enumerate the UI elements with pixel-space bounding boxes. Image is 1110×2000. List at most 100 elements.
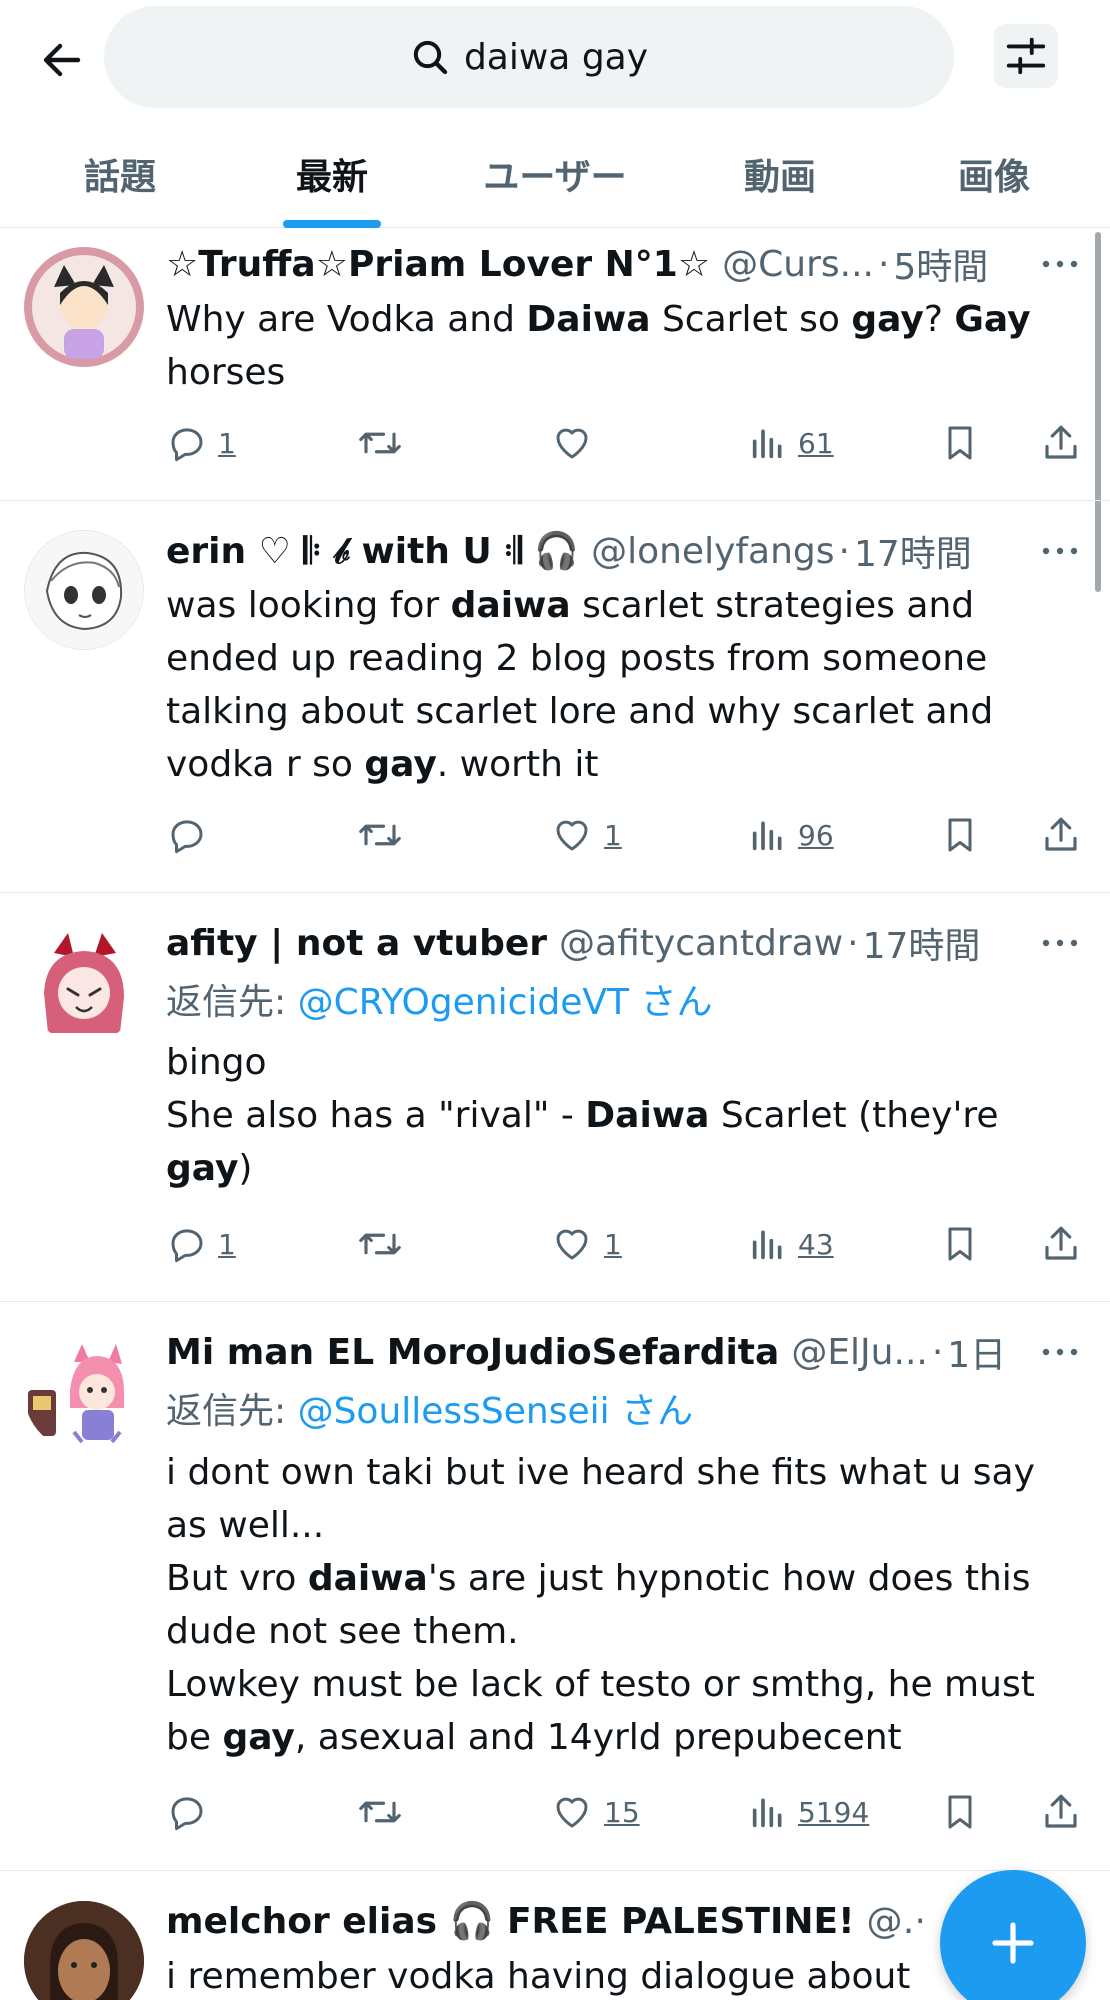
like-button[interactable]: [550, 418, 604, 468]
view-count: 61: [798, 426, 834, 460]
text-segment: was looking for: [166, 585, 451, 626]
views-button[interactable]: 96: [748, 810, 834, 860]
handle[interactable]: @Curs...: [722, 244, 874, 285]
handle[interactable]: @...: [866, 1901, 910, 1942]
handle[interactable]: @afitycantdraw: [559, 923, 843, 964]
more-button[interactable]: [1038, 242, 1082, 286]
like-button[interactable]: 1: [550, 1219, 622, 1269]
search-tabs: 話題 最新 ユーザー 動画 画像: [0, 120, 1110, 228]
tab-people[interactable]: ユーザー: [460, 120, 650, 228]
reply-icon: [171, 428, 203, 462]
reply-button[interactable]: [166, 1787, 218, 1837]
like-button[interactable]: 15: [550, 1787, 640, 1837]
like-button[interactable]: 1: [550, 810, 622, 860]
display-name[interactable]: Mi man EL MoroJudioSefardita: [166, 1332, 779, 1373]
handle[interactable]: @ElJu...: [791, 1332, 928, 1373]
bookmark-icon: [948, 1227, 972, 1261]
arrow-left-icon: [43, 43, 81, 77]
views-button[interactable]: 61: [748, 418, 834, 468]
tab-images[interactable]: 画像: [914, 120, 1074, 228]
more-horizontal-icon: [1042, 547, 1078, 555]
retweet-icon: [359, 824, 401, 846]
timestamp[interactable]: 17時間: [863, 917, 981, 969]
top-bar: daiwa gay: [0, 0, 1110, 120]
tweet-text: bingo She also has a "rival" - Daiwa Scar…: [166, 1036, 1066, 1195]
separator-dot: ·: [877, 243, 890, 285]
highlighted-keyword: gay: [364, 744, 437, 785]
view-count: 43: [798, 1227, 834, 1261]
bookmark-button[interactable]: [940, 1787, 980, 1837]
timestamp[interactable]: 5時間: [893, 238, 988, 290]
retweet-button[interactable]: [356, 418, 414, 468]
handle[interactable]: @lonelyfangs: [591, 531, 834, 572]
plus-icon: [992, 1922, 1034, 1964]
share-button[interactable]: [1040, 810, 1082, 860]
more-button[interactable]: [1038, 1330, 1082, 1374]
retweet-button[interactable]: [356, 1787, 414, 1837]
timestamp[interactable]: 17時間: [854, 525, 972, 577]
bookmark-button[interactable]: [940, 810, 980, 860]
tweet[interactable]: Mi man EL MoroJudioSefardita @ElJu... · …: [0, 1302, 1110, 1871]
highlighted-keyword: gay: [851, 299, 924, 340]
views-icon: [752, 1230, 782, 1260]
view-count: 5194: [798, 1795, 870, 1829]
reply-mention-link[interactable]: @SoullessSenseii さん: [298, 1391, 694, 1432]
tweet-text: i dont own taki but ive heard she fits w…: [166, 1446, 1066, 1764]
bookmark-button[interactable]: [940, 418, 980, 468]
avatar[interactable]: [24, 530, 144, 650]
tab-top[interactable]: 話題: [40, 120, 200, 228]
timestamp[interactable]: 1日: [947, 1326, 1006, 1378]
share-button[interactable]: [1040, 1219, 1082, 1269]
reply-count: 1: [218, 426, 236, 460]
search-settings-button[interactable]: [994, 24, 1058, 88]
reply-mention-link[interactable]: @CRYOgenicideVT さん: [298, 982, 713, 1023]
display-name[interactable]: ☆Truffa☆Priam Lover N°1☆: [166, 244, 710, 285]
highlighted-keyword: daiwa: [307, 1558, 428, 1599]
reply-button[interactable]: [166, 810, 218, 860]
share-icon: [1045, 425, 1077, 459]
text-segment: ): [238, 1148, 253, 1189]
avatar[interactable]: [24, 247, 144, 367]
text-segment: She also has a "rival" -: [166, 1095, 586, 1136]
views-button[interactable]: 5194: [748, 1787, 869, 1837]
views-button[interactable]: 43: [748, 1219, 834, 1269]
heart-icon: [556, 1229, 588, 1260]
retweet-button[interactable]: [356, 810, 414, 860]
tweet-header: erin ♡ 𝄆 𝒷 with U 𝄇 🎧 @lonelyfangs · 17時…: [166, 525, 1010, 577]
search-input[interactable]: daiwa gay: [104, 6, 954, 108]
share-button[interactable]: [1040, 418, 1082, 468]
reply-button[interactable]: 1: [166, 418, 236, 468]
text-segment: Scarlet so: [650, 299, 852, 340]
tweet-actions: 1 96: [166, 810, 1086, 860]
display-name[interactable]: afity | not a vtuber: [166, 923, 547, 964]
tweet-header: melchor elias 🎧 FREE PALESTINE! @... ·: [166, 1895, 930, 1947]
avatar[interactable]: [24, 1332, 144, 1452]
more-button[interactable]: [1038, 921, 1082, 965]
tweet[interactable]: ☆Truffa☆Priam Lover N°1☆ @Curs... · 5時間 …: [0, 229, 1110, 501]
tab-latest[interactable]: 最新: [252, 120, 412, 228]
share-icon: [1045, 1794, 1077, 1828]
tweet[interactable]: afity | not a vtuber @afitycantdraw · 17…: [0, 893, 1110, 1302]
avatar[interactable]: [24, 923, 144, 1043]
tweet[interactable]: erin ♡ 𝄆 𝒷 with U 𝄇 🎧 @lonelyfangs · 17時…: [0, 501, 1110, 893]
reply-button[interactable]: 1: [166, 1219, 236, 1269]
text-segment: horses: [166, 352, 286, 393]
tab-videos[interactable]: 動画: [700, 120, 860, 228]
tweet-header: ☆Truffa☆Priam Lover N°1☆ @Curs... · 5時間: [166, 238, 1010, 290]
text-segment: , asexual and 14yrld prepubecent: [294, 1717, 902, 1758]
share-button[interactable]: [1040, 1787, 1082, 1837]
display-name[interactable]: melchor elias 🎧 FREE PALESTINE!: [166, 1900, 854, 1942]
avatar[interactable]: [24, 1901, 144, 2000]
text-segment: Why are Vodka and: [166, 299, 527, 340]
back-button[interactable]: [30, 28, 94, 92]
display-name[interactable]: erin ♡ 𝄆 𝒷 with U 𝄇 🎧: [166, 530, 579, 573]
highlighted-keyword: gay: [166, 1148, 239, 1189]
bookmark-button[interactable]: [940, 1219, 980, 1269]
reply-context: 返信先: @CRYOgenicideVT さん: [166, 973, 712, 1025]
text-segment: i dont own taki but ive heard she fits w…: [166, 1452, 1035, 1546]
bookmark-icon: [948, 426, 972, 460]
retweet-button[interactable]: [356, 1219, 414, 1269]
more-button[interactable]: [1038, 529, 1082, 573]
reply-prefix: 返信先:: [166, 982, 298, 1023]
share-icon: [1045, 817, 1077, 851]
